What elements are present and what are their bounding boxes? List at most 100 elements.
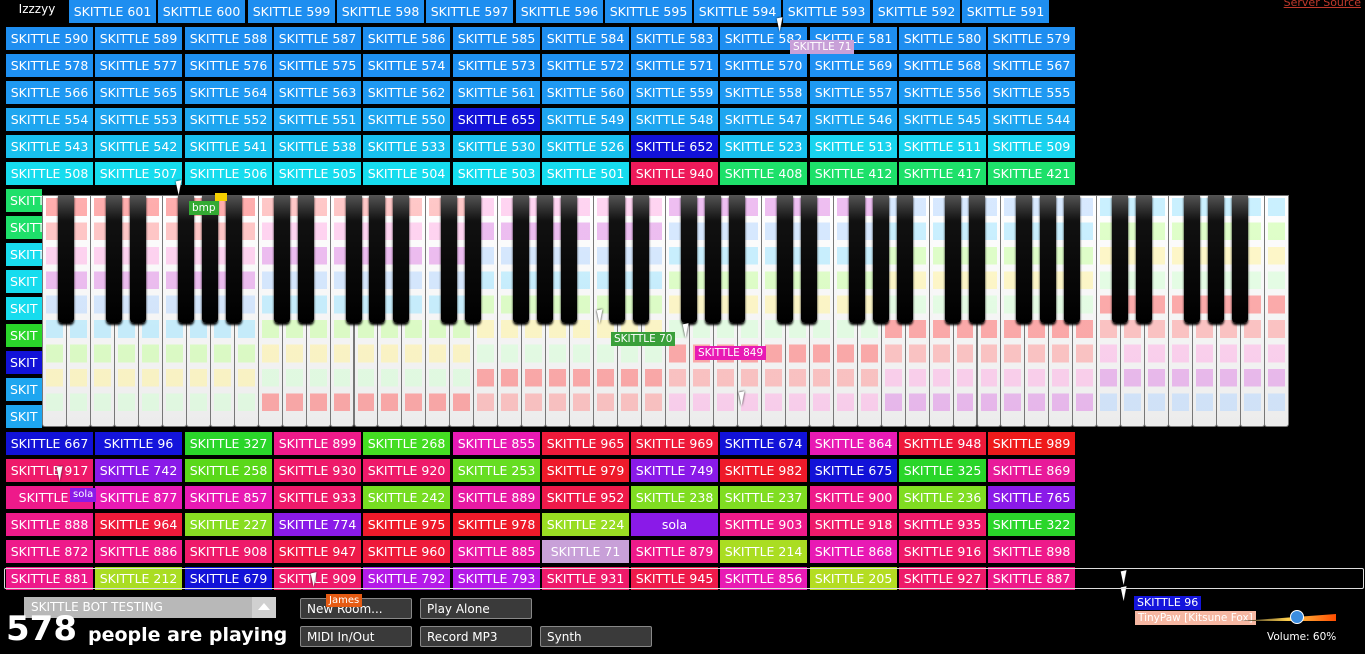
participant-tag[interactable]: SKITTLE 556 <box>899 81 986 104</box>
black-key[interactable] <box>465 195 482 323</box>
participant-tag[interactable]: SKITTLE 557 <box>810 81 897 104</box>
participant-tag[interactable]: SKITTLE 544 <box>988 108 1075 131</box>
black-key[interactable] <box>680 195 697 323</box>
piano-keyboard[interactable] <box>42 195 1289 427</box>
black-key[interactable] <box>345 195 362 323</box>
participant-tag[interactable]: SKIT <box>6 378 42 401</box>
participant-tag[interactable]: SKITTLE 774 <box>274 513 361 536</box>
black-key[interactable] <box>896 195 913 323</box>
black-key[interactable] <box>1064 195 1081 323</box>
participant-tag[interactable]: SKITTLE 965 <box>542 432 629 455</box>
participant-tag[interactable]: SKITTLE 504 <box>363 162 450 185</box>
participant-tag[interactable]: SKITTLE 589 <box>95 27 182 50</box>
participant-tag[interactable]: SKITTLE 855 <box>453 432 540 455</box>
participant-tag[interactable]: SKITTLE 541 <box>185 135 272 158</box>
participant-tag[interactable]: SKITTLE 566 <box>6 81 93 104</box>
chevron-up-icon[interactable] <box>252 597 276 618</box>
participant-tag[interactable]: SKITTLE 917 <box>6 459 93 482</box>
participant-tag[interactable]: SKITTLE 549 <box>542 108 629 131</box>
participant-tag[interactable]: SKITTLE 888 <box>6 513 93 536</box>
participant-tag[interactable]: SKITTLE 408 <box>720 162 807 185</box>
participant-tag[interactable]: SKITTLE 599 <box>248 0 335 23</box>
participant-tag[interactable]: sola <box>631 513 718 536</box>
participant-tag[interactable]: SKITTLE 577 <box>95 54 182 77</box>
participant-tag[interactable]: SKITTLE 325 <box>899 459 986 482</box>
participant-tag[interactable]: SKITTLE 595 <box>605 0 692 23</box>
participant-tag[interactable]: SKITTLE 674 <box>720 432 807 455</box>
participant-tag[interactable]: SKITTLE 574 <box>363 54 450 77</box>
participant-tag[interactable]: SKITTLE 227 <box>185 513 272 536</box>
participant-tag[interactable]: SKITTLE 559 <box>631 81 718 104</box>
black-key[interactable] <box>633 195 650 323</box>
participant-tag[interactable]: SKITTLE 236 <box>899 486 986 509</box>
participant-tag[interactable]: SKITTLE 580 <box>899 27 986 50</box>
black-key[interactable] <box>1208 195 1225 323</box>
participant-tag[interactable]: SKITTLE 558 <box>720 81 807 104</box>
participant-tag[interactable]: SKIT <box>6 351 42 374</box>
participant-tag[interactable]: SKITTLE 242 <box>363 486 450 509</box>
participant-tag[interactable]: SKITTLE 586 <box>363 27 450 50</box>
participant-tag[interactable]: SKITTLE 412 <box>810 162 897 185</box>
participant-tag[interactable]: SKITTLE 969 <box>631 432 718 455</box>
participant-tag[interactable]: SKITTLE 898 <box>988 540 1075 563</box>
participant-tag[interactable]: SKITTLE 508 <box>6 162 93 185</box>
participant-tag[interactable]: SKITTLE 872 <box>6 540 93 563</box>
participant-tag[interactable]: SKITTLE 533 <box>363 135 450 158</box>
volume-knob[interactable] <box>1290 610 1304 624</box>
participant-tag[interactable]: SKITTLE 224 <box>542 513 629 536</box>
participant-tag[interactable]: SKITTLE 948 <box>899 432 986 455</box>
black-key[interactable] <box>609 195 626 323</box>
participant-tag[interactable]: SKITTLE 555 <box>988 81 1075 104</box>
black-key[interactable] <box>225 195 242 323</box>
participant-tag[interactable]: SKITT <box>6 243 42 266</box>
participant-tag[interactable]: SKITT <box>6 189 42 212</box>
participant-tag[interactable]: SKITTLE 238 <box>631 486 718 509</box>
black-key[interactable] <box>273 195 290 323</box>
participant-tag[interactable]: SKITTLE 572 <box>542 54 629 77</box>
participant-tag[interactable]: SKITTLE 563 <box>274 81 361 104</box>
participant-tag[interactable]: SKITTLE 899 <box>274 432 361 455</box>
participant-tag[interactable]: SKITTLE 507 <box>95 162 182 185</box>
black-key[interactable] <box>728 195 745 323</box>
participant-tag[interactable]: SKITTLE 869 <box>988 459 1075 482</box>
black-key[interactable] <box>872 195 889 323</box>
participant-tag[interactable]: SKITTLE 545 <box>899 108 986 131</box>
black-key[interactable] <box>1040 195 1057 323</box>
participant-tag[interactable]: SKITTLE 594 <box>694 0 781 23</box>
participant-tag[interactable]: SKITTLE 952 <box>542 486 629 509</box>
participant-tag[interactable]: SKITTLE 601 <box>69 0 156 23</box>
participant-tag[interactable]: SKITTLE 652 <box>631 135 718 158</box>
participant-tag[interactable]: SKITTLE 564 <box>185 81 272 104</box>
black-key[interactable] <box>800 195 817 323</box>
participant-tag[interactable]: SKITTLE 214 <box>720 540 807 563</box>
participant-tag[interactable]: SKITTLE 578 <box>6 54 93 77</box>
participant-tag[interactable]: SKITTLE 560 <box>542 81 629 104</box>
participant-tag[interactable]: SKITTLE 889 <box>453 486 540 509</box>
crown-icon[interactable] <box>215 193 227 201</box>
participant-tag[interactable]: SKITTLE 506 <box>185 162 272 185</box>
participant-tag[interactable]: SKITTLE 253 <box>453 459 540 482</box>
participant-tag[interactable]: SKITTLE 964 <box>95 513 182 536</box>
participant-tag[interactable]: SKITTLE 877 <box>95 486 182 509</box>
participant-tag[interactable]: SKITTLE 322 <box>988 513 1075 536</box>
black-key[interactable] <box>393 195 410 323</box>
participant-tag[interactable]: SKITTLE 258 <box>185 459 272 482</box>
participant-tag[interactable]: SKITTLE 237 <box>720 486 807 509</box>
black-key[interactable] <box>369 195 386 323</box>
participant-tag[interactable]: SKITTLE 591 <box>962 0 1049 23</box>
participant-tag[interactable]: SKITTLE 71 <box>542 540 629 563</box>
participant-tag[interactable]: SKITTLE 978 <box>453 513 540 536</box>
participant-tag[interactable]: SKITTLE 667 <box>6 432 93 455</box>
play-alone-button[interactable]: Play Alone <box>420 598 532 619</box>
black-key[interactable] <box>848 195 865 323</box>
participant-tag[interactable]: SKITTLE 548 <box>631 108 718 131</box>
record-mp3-button[interactable]: Record MP3 <box>420 626 532 647</box>
participant-tag[interactable]: SKITTLE 550 <box>363 108 450 131</box>
participant-tag[interactable]: SKITTLE 505 <box>274 162 361 185</box>
participant-tag[interactable]: SKITTLE 864 <box>810 432 897 455</box>
participant-tag[interactable]: SKITTLE 587 <box>274 27 361 50</box>
black-key[interactable] <box>776 195 793 323</box>
participant-tag[interactable]: SKITTLE 509 <box>988 135 1075 158</box>
participant-tag[interactable]: SKITTLE 552 <box>185 108 272 131</box>
participant-tag[interactable]: SKITTLE 930 <box>274 459 361 482</box>
